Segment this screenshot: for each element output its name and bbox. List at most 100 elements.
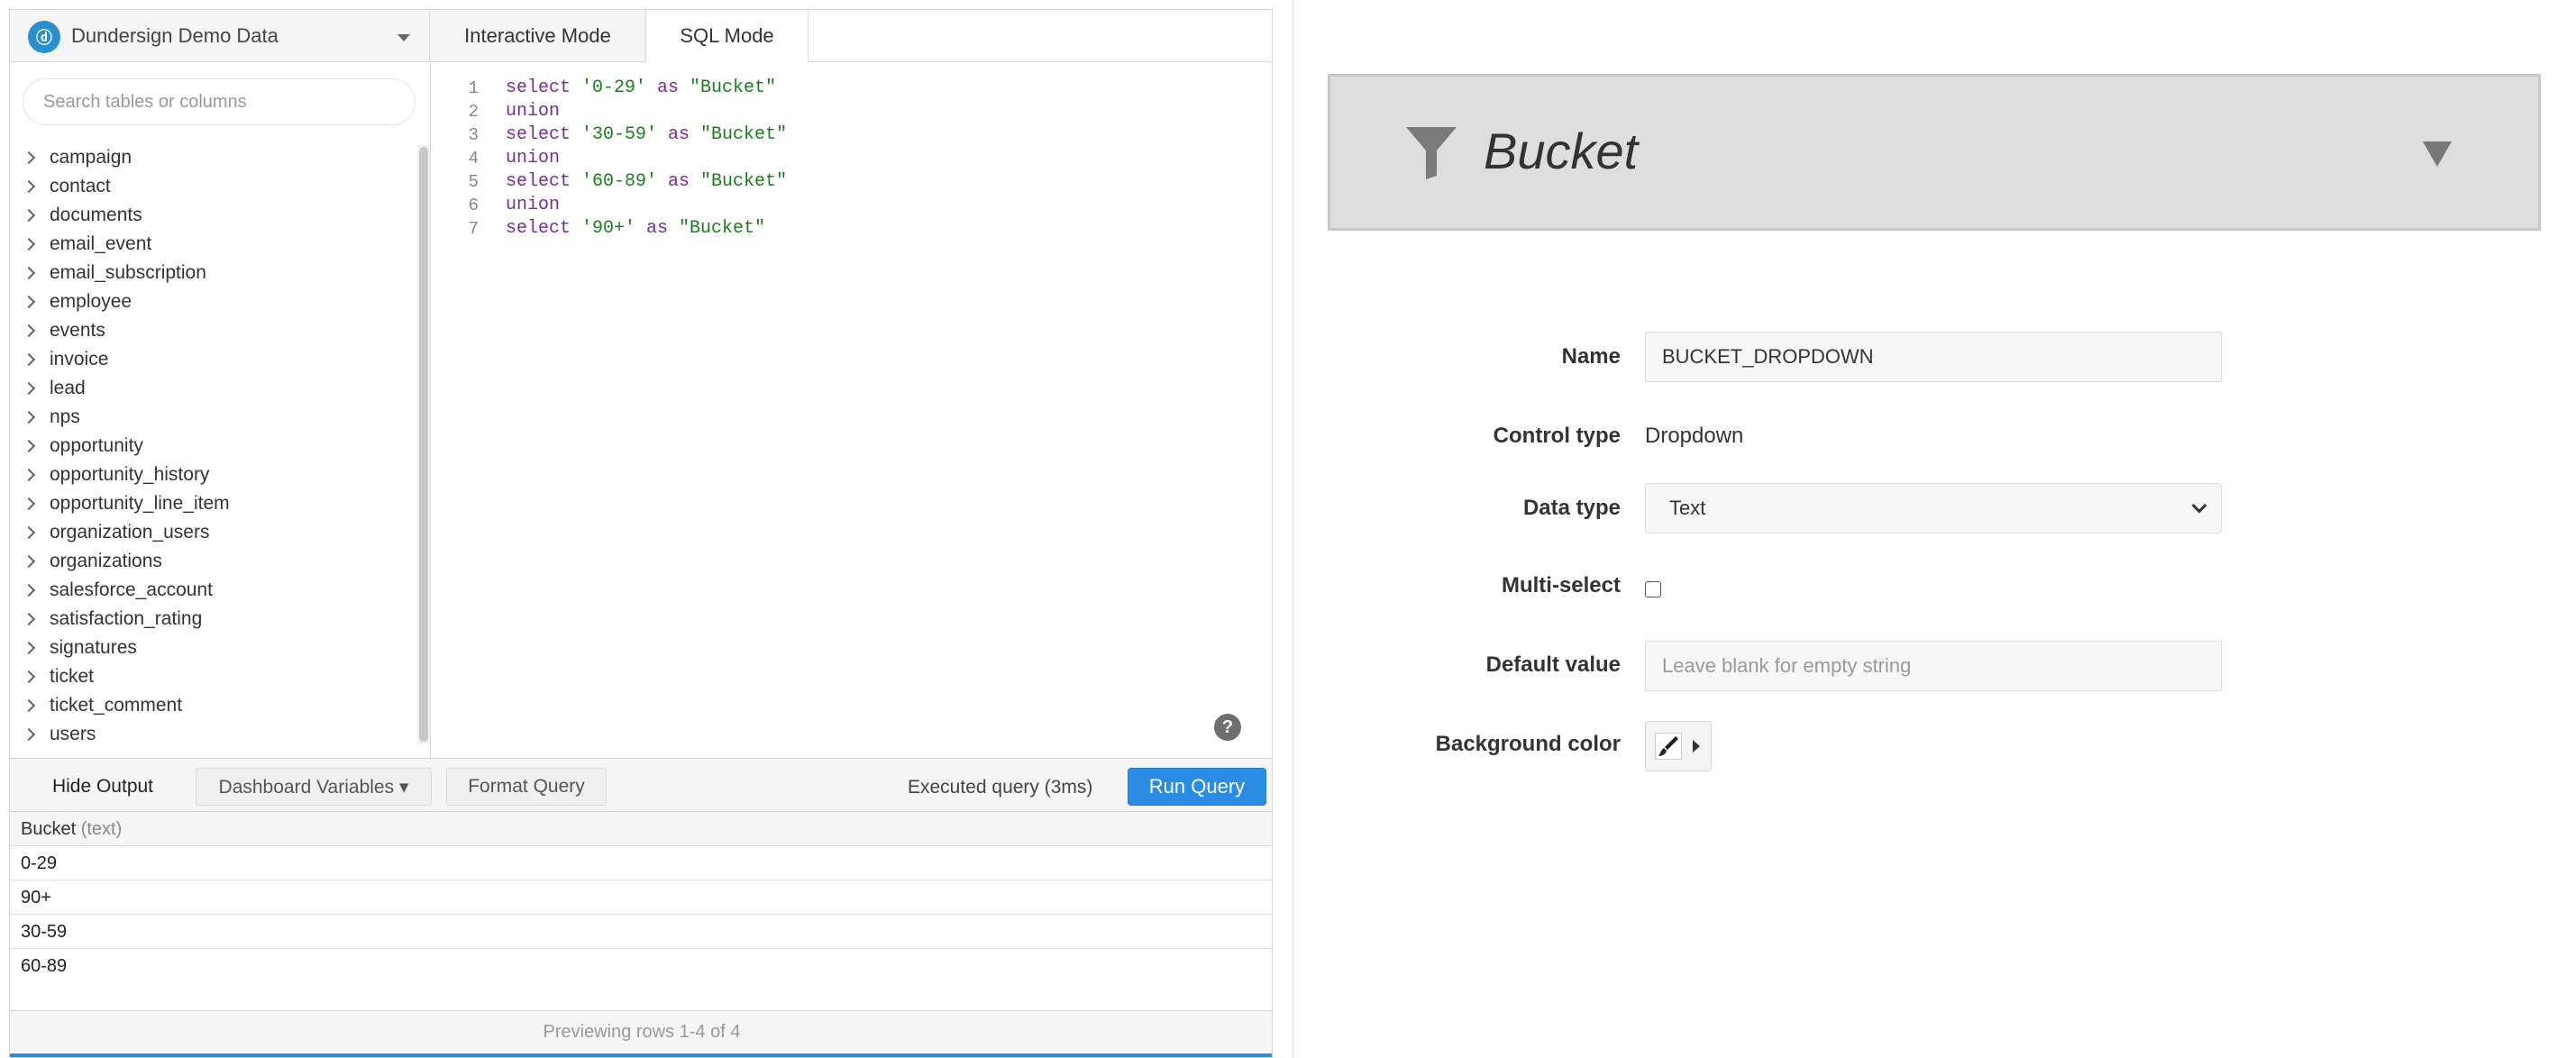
table-name: events — [50, 320, 105, 341]
chevron-right-icon — [22, 612, 36, 626]
table-item-invoice[interactable]: invoice — [19, 345, 108, 374]
multi-select-checkbox[interactable] — [1645, 581, 1661, 597]
hide-output-button[interactable]: Hide Output — [17, 768, 188, 806]
name-field[interactable]: BUCKET_DROPDOWN — [1645, 332, 2222, 382]
table-item-organizations[interactable]: organizations — [19, 547, 162, 576]
data-type-label: Data type — [1522, 496, 1621, 520]
table-name: campaign — [50, 147, 132, 168]
table-item-ticket[interactable]: ticket — [19, 662, 94, 691]
control-type-value: Dropdown — [1645, 424, 1744, 448]
chevron-right-icon — [22, 410, 36, 424]
chevron-right-icon — [22, 381, 36, 396]
table-list: campaign contact documents email_event e… — [10, 143, 417, 754]
default-value-field[interactable]: Leave blank for empty string — [1645, 641, 2222, 691]
sql-string: "Bucket" — [690, 171, 788, 192]
table-name: opportunity_line_item — [50, 493, 230, 514]
table-name: email_event — [50, 233, 152, 254]
table-name: signatures — [50, 637, 137, 658]
query-status: Executed query (3ms) — [908, 777, 1093, 798]
line-number: 7 — [468, 219, 479, 239]
sql-keyword: select — [506, 171, 571, 192]
table-item-contact[interactable]: contact — [19, 172, 111, 201]
tab-sql-mode[interactable]: SQL Mode — [646, 10, 808, 62]
sql-keyword: union — [506, 101, 561, 122]
line-number: 1 — [468, 78, 479, 98]
chevron-right-icon — [22, 525, 36, 540]
table-item-satisfaction-rating[interactable]: satisfaction_rating — [19, 605, 202, 634]
table-item-opportunity-history[interactable]: opportunity_history — [19, 461, 209, 489]
table-item-organization-users[interactable]: organization_users — [19, 518, 209, 547]
dropdown-control-preview[interactable]: Bucket — [1328, 74, 2541, 231]
table-name: satisfaction_rating — [50, 608, 203, 629]
table-row: 90+ — [10, 880, 1272, 915]
sql-keyword: select — [506, 218, 571, 239]
chevron-right-icon — [22, 727, 36, 742]
database-selector[interactable]: ⓓ Dundersign Demo Data — [10, 10, 430, 62]
database-logo-icon: ⓓ — [28, 21, 60, 53]
sql-keyword: as — [657, 124, 690, 145]
table-item-users[interactable]: users — [19, 720, 96, 749]
table-row: 60-89 — [21, 956, 68, 976]
control-settings-panel: Bucket Name BUCKET_DROPDOWN Control type… — [1293, 0, 2576, 1058]
chevron-down-icon — [2191, 497, 2207, 514]
dashboard-variables-button[interactable]: Dashboard Variables ▾ — [196, 768, 432, 806]
table-item-email-subscription[interactable]: email_subscription — [19, 259, 206, 287]
table-name: employee — [50, 291, 132, 312]
chevron-down-icon[interactable] — [397, 34, 410, 41]
table-item-documents[interactable]: documents — [19, 201, 142, 230]
table-item-opportunity[interactable]: opportunity — [19, 432, 143, 461]
table-item-opportunity-line-item[interactable]: opportunity_line_item — [19, 489, 230, 518]
tab-interactive-mode[interactable]: Interactive Mode — [430, 10, 646, 62]
table-item-lead[interactable]: lead — [19, 374, 86, 403]
preview-status: Previewing rows 1-4 of 4 — [10, 1010, 1272, 1053]
sidebar-scrollbar-thumb[interactable] — [419, 147, 428, 742]
table-item-nps[interactable]: nps — [19, 403, 80, 432]
results-header: Bucket (text) — [10, 812, 1272, 846]
sql-string: '90+' — [571, 218, 636, 239]
column-type: (text) — [80, 819, 123, 839]
table-name: organization_users — [50, 522, 210, 543]
sql-string: "Bucket" — [668, 218, 766, 239]
help-icon[interactable]: ? — [1214, 714, 1241, 741]
table-item-email-event[interactable]: email_event — [19, 230, 151, 259]
table-item-signatures[interactable]: signatures — [19, 634, 137, 662]
table-name: documents — [50, 205, 142, 225]
default-value-label: Default value — [1485, 652, 1621, 677]
table-item-events[interactable]: events — [19, 316, 105, 345]
data-type-select[interactable]: Text — [1645, 483, 2222, 534]
code-line: select '30-59' as "Bucket" — [506, 124, 787, 145]
tabbar-divider — [808, 61, 1272, 62]
chevron-right-icon — [22, 641, 36, 655]
table-item-ticket-comment[interactable]: ticket_comment — [19, 691, 182, 720]
line-number: 4 — [468, 149, 479, 169]
table-name: email_subscription — [50, 262, 206, 283]
sql-keyword: union — [506, 195, 561, 215]
sidebar-divider — [430, 62, 431, 765]
filter-funnel-icon — [1406, 127, 1457, 179]
chevron-right-icon — [22, 698, 36, 713]
code-line: union — [506, 195, 560, 215]
table-item-salesforce-account[interactable]: salesforce_account — [19, 576, 213, 605]
data-type-value: Text — [1669, 497, 1706, 519]
table-item-employee[interactable]: employee — [19, 287, 132, 316]
chevron-right-icon — [22, 324, 36, 338]
name-label: Name — [1561, 344, 1621, 369]
sql-keyword: select — [506, 78, 571, 98]
horizontal-scrollbar[interactable] — [10, 1053, 1272, 1057]
line-number: 2 — [468, 102, 479, 122]
table-name: ticket_comment — [50, 695, 183, 716]
control-title: Bucket — [1484, 123, 1639, 179]
code-line: select '0-29' as "Bucket" — [506, 78, 776, 98]
chevron-right-icon — [22, 208, 36, 223]
format-query-button[interactable]: Format Query — [446, 768, 607, 806]
table-name: users — [50, 724, 96, 744]
output-toolbar: Hide Output Dashboard Variables ▾ Format… — [10, 758, 1272, 812]
table-item-campaign[interactable]: campaign — [19, 143, 132, 172]
sql-string: '60-89' — [571, 171, 658, 192]
code-line: union — [506, 101, 560, 122]
run-query-button[interactable]: Run Query — [1128, 768, 1266, 806]
search-input[interactable] — [23, 78, 416, 125]
chevron-right-icon — [22, 266, 36, 280]
caret-down-icon[interactable] — [2423, 141, 2452, 167]
background-color-picker[interactable] — [1645, 721, 1712, 771]
